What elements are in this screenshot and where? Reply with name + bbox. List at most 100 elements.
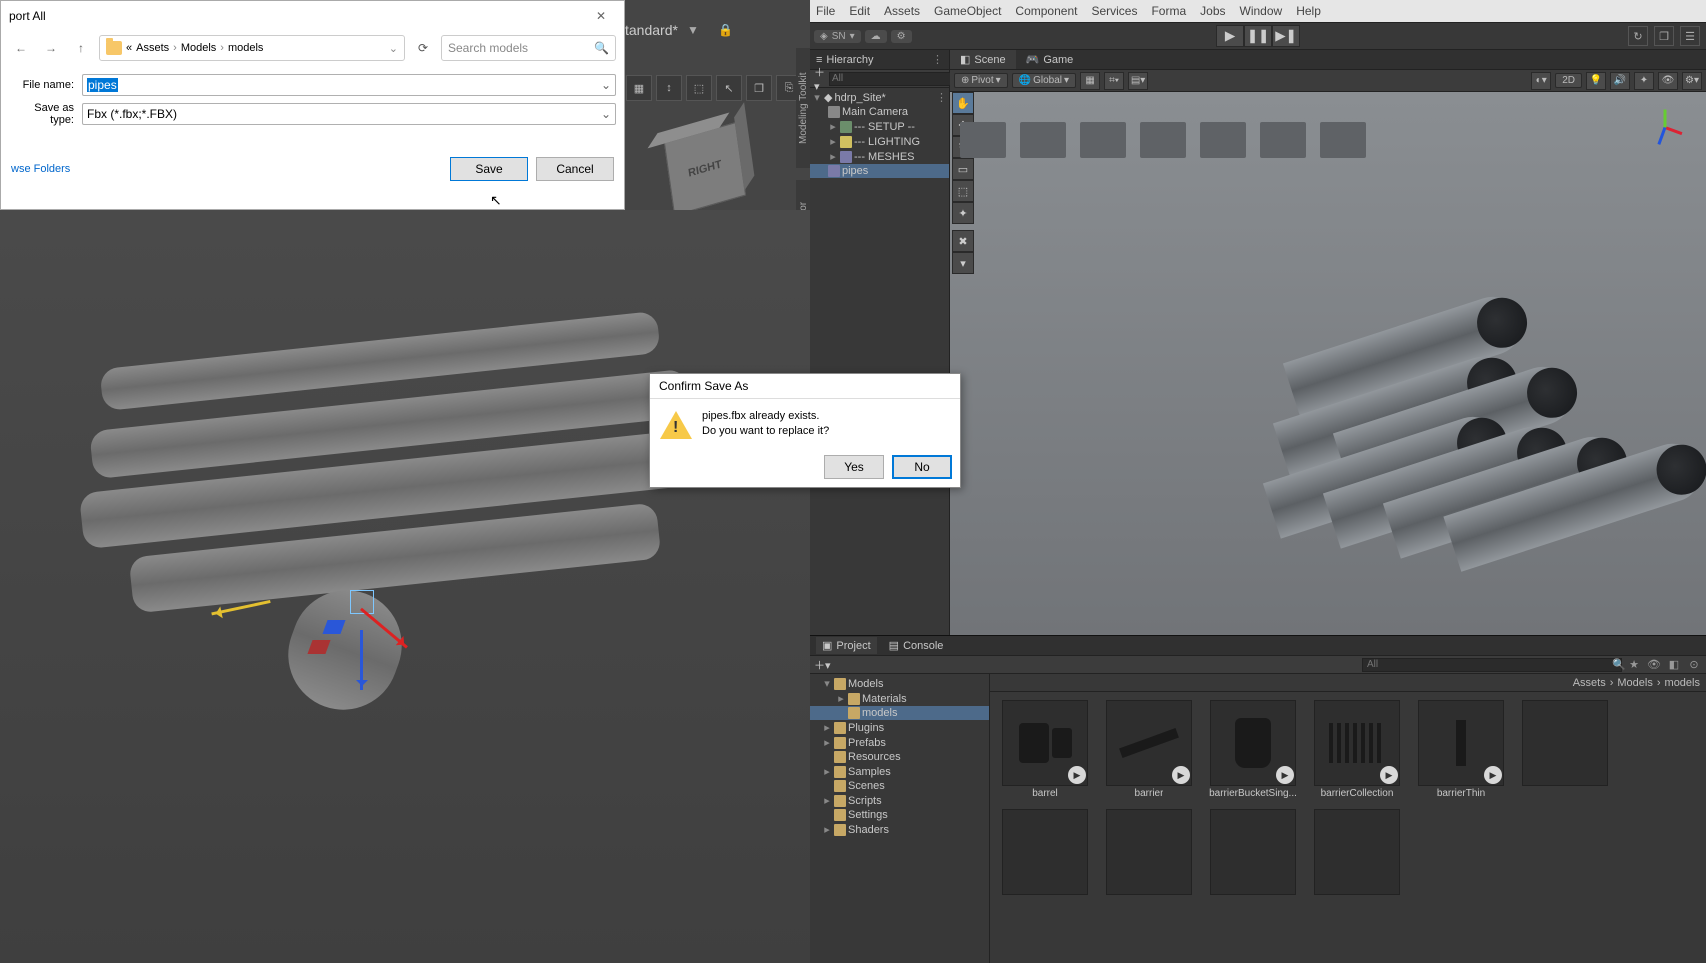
folder-item-selected[interactable]: models [810,706,989,720]
hierarchy-item[interactable]: ▸ --- MESHES [810,149,949,164]
layout-icon[interactable]: ☰ [1680,26,1700,46]
breadcrumb-seg[interactable]: Models [1617,677,1652,689]
back-icon[interactable]: ← [9,36,33,60]
audio-icon[interactable]: 🔊 [1610,72,1630,90]
disclosure-icon[interactable]: ▸ [828,135,838,148]
chevron-down-icon[interactable]: ▼ [684,23,702,37]
custom-tool-icon[interactable]: ✖ [952,230,974,252]
menu-item[interactable]: Jobs [1200,4,1225,18]
layout-icon[interactable]: ◧ [1666,657,1682,673]
forward-icon[interactable]: → [39,36,63,60]
chevron-down-icon[interactable]: ⌄ [389,42,398,55]
hierarchy-scene[interactable]: ▾ ◆ hdrp_Site* ⋮ [810,90,949,105]
refresh-icon[interactable]: ⟳ [411,36,435,60]
disclosure-icon[interactable]: ▾ [812,91,822,104]
scene-orientation-gizmo[interactable] [1642,104,1688,150]
shading-icon[interactable]: ◐▾ [1531,72,1551,90]
hierarchy-item[interactable]: Main Camera [810,105,949,119]
menu-item[interactable]: Window [1240,4,1283,18]
hierarchy-item-selected[interactable]: pipes [810,164,949,178]
hierarchy-search[interactable] [829,72,967,86]
pipes-object[interactable] [1206,285,1706,585]
fx-icon[interactable]: ✦ [1634,72,1654,90]
menu-item[interactable]: Services [1091,4,1137,18]
axis-z-icon[interactable] [1657,127,1666,145]
folder-item[interactable]: ▸Prefabs [810,735,989,750]
asset-tile[interactable] [998,809,1092,895]
cursor-icon[interactable]: ↖ [716,75,742,101]
axis-y-icon[interactable] [1664,110,1667,128]
step-button[interactable]: ▶❚ [1272,25,1300,47]
filter-icon[interactable]: ⊙ [1686,657,1702,673]
history-icon[interactable]: ↻ [1628,26,1648,46]
hierarchy-item[interactable]: ▸ --- LIGHTING [810,134,949,149]
2d-toggle[interactable]: 2D [1555,73,1582,88]
search-input[interactable]: Search models 🔍 [441,35,616,61]
folder-item[interactable]: ▸Materials [810,691,989,706]
no-button[interactable]: No [892,455,952,479]
up-icon[interactable]: ↑ [69,36,93,60]
menu-item[interactable]: Forma [1151,4,1186,18]
more-icon[interactable]: ⋮ [936,91,947,104]
folder-item[interactable]: ▸Plugins [810,720,989,735]
cancel-button[interactable]: Cancel [536,157,614,181]
settings-icon[interactable]: ⚙ [891,30,912,43]
pause-button[interactable]: ❚❚ [1244,25,1272,47]
folder-item[interactable]: ▾Models [810,676,989,691]
asset-tile[interactable]: ▶ barrier [1102,700,1196,799]
maya-viewport[interactable] [0,210,810,963]
increment-icon[interactable]: ▤▾ [1128,72,1148,90]
folder-item[interactable]: Scenes [810,779,989,793]
play-icon[interactable]: ▶ [1068,766,1086,784]
asset-tile[interactable]: ▶ barrierCollection [1310,700,1404,799]
save-button[interactable]: Save [450,157,528,181]
asset-tile[interactable]: ▶ barrel [998,700,1092,799]
tool-icon[interactable]: ▦ [626,75,652,101]
tab-scene[interactable]: ◧ Scene [950,50,1016,69]
tool-icon[interactable]: ↕ [656,75,682,101]
chevron-down-icon[interactable]: ⌄ [601,107,611,121]
tab-project[interactable]: ▣ Project [816,637,877,654]
select-tool-icon[interactable]: ⬚ [686,75,712,101]
asset-tile[interactable] [1206,809,1300,895]
scene-viewport[interactable]: ✋ ✥ ↻ ▭ ⬚ ✦ ✖ ▾ [950,92,1706,635]
cloud-button[interactable]: ☁ [865,30,887,43]
tab-console[interactable]: ▤ Console [889,639,944,652]
disclosure-icon[interactable]: ▸ [828,120,838,133]
account-button[interactable]: ◈ SN ▾ [814,30,861,43]
tool-icon[interactable]: ❐ [746,75,772,101]
asset-tile[interactable] [1102,809,1196,895]
grid-icon[interactable]: ▦ [1080,72,1100,90]
tab-game[interactable]: 🎮 Game [1016,50,1084,69]
breadcrumb-seg[interactable]: models [228,42,263,54]
menu-item[interactable]: Assets [884,4,920,18]
breadcrumb-seg[interactable]: models [1665,677,1700,689]
browse-folders-link[interactable]: wse Folders [11,163,70,175]
chevron-down-icon[interactable]: ⌄ [601,78,611,92]
hierarchy-item[interactable]: ▸ --- SETUP -- [810,119,949,134]
hidden-icon[interactable]: 👁 [1658,72,1678,90]
play-icon[interactable]: ▶ [1484,766,1502,784]
menu-item[interactable]: Help [1296,4,1321,18]
folder-item[interactable]: ▸Shaders [810,822,989,837]
maya-shelf-tab[interactable]: tandard* ▼ 🔒 [625,10,810,50]
breadcrumb[interactable]: « Assets › Models › models ⌄ [99,35,405,61]
play-icon[interactable]: ▶ [1172,766,1190,784]
axis-x-icon[interactable] [1664,126,1682,135]
save-type-select[interactable]: Fbx (*.fbx;*.FBX) ⌄ [82,103,616,125]
close-icon[interactable]: ✕ [586,9,616,23]
menu-item[interactable]: GameObject [934,4,1001,18]
asset-tile[interactable]: ▶ barrierThin [1414,700,1508,799]
disclosure-icon[interactable]: ▸ [828,150,838,163]
breadcrumb-seg[interactable]: Assets [1573,677,1606,689]
yes-button[interactable]: Yes [824,455,884,479]
menu-item[interactable]: Edit [849,4,870,18]
view-cube[interactable]: RIGHT [664,122,746,216]
pivot-toggle[interactable]: ⊕Pivot▾ [954,73,1008,88]
breadcrumb-seg[interactable]: Assets [136,42,169,54]
folder-item[interactable]: Settings [810,808,989,822]
panel-options-icon[interactable]: ⋮ [932,53,943,66]
file-name-input[interactable]: pipes ⌄ [82,74,616,96]
lock-icon[interactable]: 🔒 [718,23,733,37]
folder-item[interactable]: ▸Scripts [810,793,989,808]
